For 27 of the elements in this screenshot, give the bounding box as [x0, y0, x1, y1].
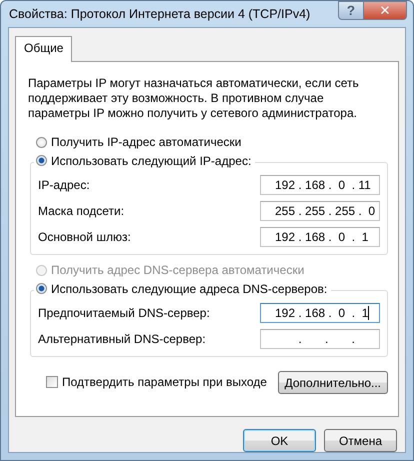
tab[interactable]: Общие	[15, 36, 72, 62]
cancel-button[interactable]: Отмена	[324, 429, 397, 452]
ip-address-field[interactable]: 192 . 168 . 0 . 1	[260, 303, 380, 323]
advanced-button[interactable]: Дополнительно...	[278, 371, 388, 394]
radio-label: Использовать следующий IP-адрес:	[51, 154, 252, 168]
ip-address-field[interactable]: 255 . 255 . 255 . 0	[260, 201, 380, 221]
field-label: IP-адрес:	[38, 178, 90, 192]
field-label: Маска подсети:	[38, 204, 124, 218]
ok-button[interactable]: OK	[243, 429, 316, 452]
ip-address-field[interactable]: . . .	[260, 329, 380, 349]
radio-button[interactable]	[36, 283, 47, 294]
radio-label: Получить IP-адрес автоматически	[51, 135, 242, 149]
text-cursor	[368, 306, 370, 320]
field-label: Основной шлюз:	[38, 230, 131, 244]
help-button[interactable]: ?	[338, 1, 364, 20]
radio-label: Использовать следующие адреса DNS-серверов:	[51, 282, 328, 296]
window-title: Свойства: Протокол Интернета версии 4 (TCP/IPv4)	[9, 7, 310, 21]
radio-button[interactable]	[36, 155, 47, 166]
field-label: Альтернативный DNS-сервер:	[38, 332, 206, 346]
ip-address-field[interactable]: 192 . 168 . 0 . 1	[260, 227, 380, 247]
description-text: Параметры IP могут назначаться автоматически, если сеть поддерживает эту возможность. В противном случае параметры IP можно получить у сетевого администратора.	[28, 76, 360, 121]
ip-address-field[interactable]: 192 . 168 . 0 . 11	[260, 175, 380, 195]
radio-label: Получить адрес DNS-сервера автоматически	[51, 263, 304, 277]
checkbox[interactable]	[46, 376, 58, 388]
radio-button[interactable]	[36, 136, 47, 148]
checkbox-label: Подтвердить параметры при выходе	[62, 374, 267, 388]
field-label: Предпочитаемый DNS-сервер:	[38, 306, 210, 320]
